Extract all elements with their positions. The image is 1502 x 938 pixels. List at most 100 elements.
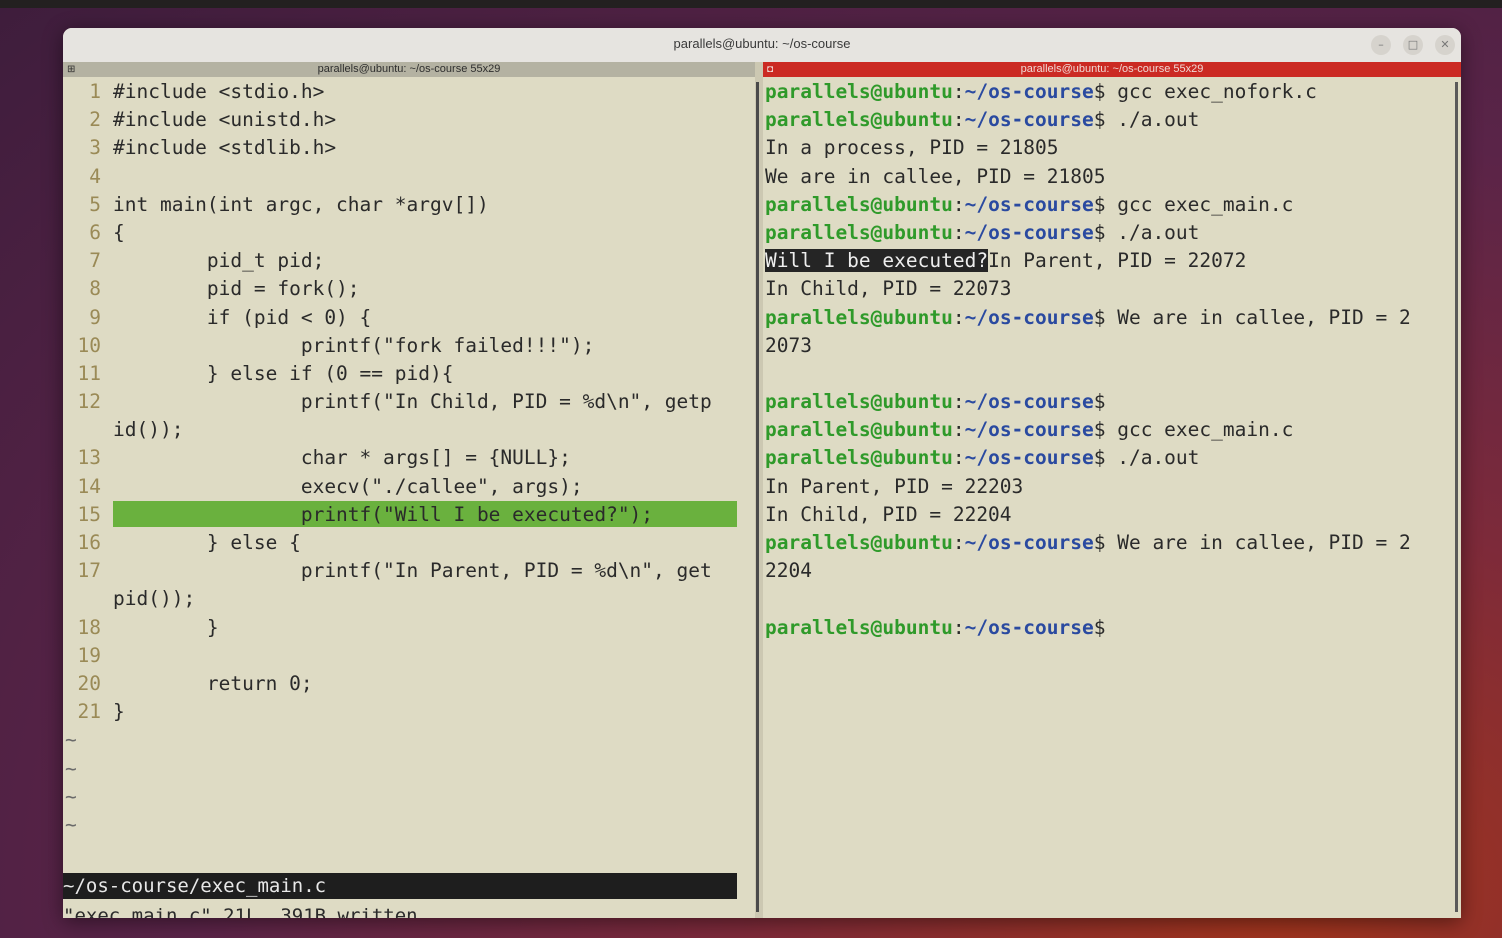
code-line[interactable]: 8 pid = fork();	[63, 275, 755, 303]
right-pane-header[interactable]: ◘ parallels@ubuntu: ~/os-course 55x29	[763, 62, 1461, 77]
left-scrollbar[interactable]	[756, 82, 759, 912]
code-text: char * args[] = {NULL};	[113, 446, 571, 470]
prompt-dollar: $	[1093, 220, 1106, 244]
maximize-button[interactable]: □	[1403, 35, 1423, 55]
code-line[interactable]: 20 return 0;	[63, 670, 755, 698]
prompt-user: parallels@ubuntu	[765, 418, 953, 442]
shell-prompt-line[interactable]: parallels@ubuntu:~/os-course$ ./a.out	[765, 219, 1455, 247]
shell-prompt-line[interactable]: parallels@ubuntu:~/os-course$ gcc exec_m…	[765, 416, 1455, 444]
code-line[interactable]: 1 #include <stdio.h>	[63, 78, 755, 106]
code-line[interactable]: 2 #include <unistd.h>	[63, 106, 755, 134]
code-line[interactable]: 9 if (pid < 0) {	[63, 304, 755, 332]
code-text: printf("In Parent, PID = %d\n", get	[113, 559, 712, 583]
shell-output-line[interactable]: In Child, PID = 22204	[765, 501, 1455, 529]
prompt-user: parallels@ubuntu	[765, 390, 953, 414]
left-pane-title: parallels@ubuntu: ~/os-course 55x29	[317, 63, 501, 75]
shell-prompt-line[interactable]: parallels@ubuntu:~/os-course$ We are in …	[765, 304, 1455, 332]
right-terminal-pane[interactable]: ◘ parallels@ubuntu: ~/os-course 55x29 pa…	[763, 62, 1461, 918]
shell-command: gcc exec_nofork.c	[1105, 80, 1317, 103]
code-text: #include <stdlib.h>	[113, 136, 337, 160]
shell-output[interactable]: parallels@ubuntu:~/os-course$ gcc exec_n…	[765, 78, 1455, 642]
line-number: 3	[89, 136, 101, 160]
shell-output-line[interactable]: 2204	[765, 557, 1455, 585]
code-text: printf("fork failed!!!");	[113, 333, 595, 357]
code-line[interactable]: 10 printf("fork failed!!!");	[63, 332, 755, 360]
code-line[interactable]: 4	[63, 163, 755, 191]
line-number: 1	[89, 80, 101, 103]
close-button[interactable]: ✕	[1435, 35, 1455, 55]
code-text: }	[113, 700, 125, 724]
prompt-dollar: $	[1093, 192, 1106, 216]
prompt-separator: :	[952, 220, 965, 244]
pane-active-icon[interactable]: ◘	[767, 62, 773, 77]
code-line[interactable]: pid());	[63, 585, 755, 613]
shell-prompt-line[interactable]: parallels@ubuntu:~/os-course$ gcc exec_m…	[765, 191, 1455, 219]
shell-command: gcc exec_main.c	[1105, 192, 1294, 216]
prompt-separator: :	[952, 615, 965, 639]
line-number: 8	[89, 277, 101, 301]
code-line[interactable]: 21}	[63, 698, 755, 726]
code-line[interactable]: 13 char * args[] = {NULL};	[63, 444, 755, 472]
prompt-dollar: $	[1093, 446, 1106, 470]
code-line[interactable]: 12 printf("In Child, PID = %d\n", getp	[63, 388, 755, 416]
shell-output-line[interactable]: Will I be executed?In Parent, PID = 2207…	[765, 247, 1455, 275]
code-line[interactable]: 18 }	[63, 614, 755, 642]
code-line[interactable]: 14 execv("./callee", args);	[63, 473, 755, 501]
code-text: id());	[113, 418, 184, 442]
code-line[interactable]: id());	[63, 416, 755, 444]
code-line[interactable]: 16 } else {	[63, 529, 755, 557]
selected-text[interactable]: Will I be executed?	[765, 249, 989, 273]
prompt-dollar: $	[1093, 615, 1106, 639]
shell-prompt-line[interactable]: parallels@ubuntu:~/os-course$	[765, 388, 1455, 416]
prompt-path: ~/os-course	[964, 305, 1094, 329]
terminal-window[interactable]: parallels@ubuntu: ~/os-course – □ ✕ ⊞ pa…	[63, 28, 1461, 918]
right-scrollbar[interactable]	[1455, 82, 1458, 912]
line-number: 16	[77, 531, 101, 554]
prompt-path: ~/os-course	[964, 108, 1094, 132]
empty-line-tilde: ~	[65, 812, 77, 836]
vim-editor-buffer[interactable]: 1 #include <stdio.h> 2 #include <unistd.h> 3…	[63, 78, 755, 839]
prompt-separator: :	[952, 80, 965, 103]
shell-prompt-line[interactable]: parallels@ubuntu:~/os-course$ gcc exec_n…	[765, 78, 1455, 106]
pane-grid-icon[interactable]: ⊞	[67, 62, 75, 77]
code-line[interactable]: 11 } else if (0 == pid){	[63, 360, 755, 388]
shell-prompt-line[interactable]: parallels@ubuntu:~/os-course$ ./a.out	[765, 444, 1455, 472]
code-line[interactable]: 17 printf("In Parent, PID = %d\n", get	[63, 557, 755, 585]
vim-command-line[interactable]: "exec_main.c" 21L, 391B written	[63, 902, 755, 918]
shell-output-line[interactable]: In Child, PID = 22073	[765, 275, 1455, 303]
code-text: printf("In Child, PID = %d\n", getp	[113, 390, 712, 414]
code-line[interactable]: 3 #include <stdlib.h>	[63, 134, 755, 162]
left-pane-header[interactable]: ⊞ parallels@ubuntu: ~/os-course 55x29	[63, 62, 755, 77]
shell-output-line[interactable]: In Parent, PID = 22203	[765, 473, 1455, 501]
left-terminal-pane[interactable]: ⊞ parallels@ubuntu: ~/os-course 55x29 1 #…	[63, 62, 755, 918]
minimize-button[interactable]: –	[1371, 35, 1391, 55]
pane-divider[interactable]	[755, 62, 763, 918]
shell-output-line[interactable]: We are in callee, PID = 21805	[765, 163, 1455, 191]
prompt-path: ~/os-course	[964, 418, 1094, 442]
prompt-separator: :	[952, 531, 965, 554]
shell-prompt-line[interactable]: parallels@ubuntu:~/os-course$ We are in …	[765, 529, 1455, 557]
shell-output-line[interactable]: 2073	[765, 332, 1455, 360]
line-number: 18	[77, 615, 101, 639]
prompt-separator: :	[952, 446, 965, 470]
shell-output-line[interactable]: In a process, PID = 21805	[765, 134, 1455, 162]
shell-prompt-line[interactable]: parallels@ubuntu:~/os-course$ ./a.out	[765, 106, 1455, 134]
line-number: 2	[89, 108, 101, 132]
shell-prompt-line[interactable]: parallels@ubuntu:~/os-course$	[765, 614, 1455, 642]
code-line[interactable]: 6{	[63, 219, 755, 247]
code-text: return 0;	[113, 671, 313, 695]
code-line[interactable]: 5 int main(int argc, char *argv[])	[63, 191, 755, 219]
shell-output-line[interactable]	[765, 360, 1455, 388]
shell-output-line[interactable]	[765, 585, 1455, 613]
code-line[interactable]: 7 pid_t pid;	[63, 247, 755, 275]
window-titlebar[interactable]: parallels@ubuntu: ~/os-course – □ ✕	[63, 28, 1461, 63]
code-line[interactable]: 19	[63, 642, 755, 670]
prompt-path: ~/os-course	[964, 192, 1094, 216]
code-line[interactable]: 15 printf("Will I be executed?");	[63, 500, 755, 529]
prompt-user: parallels@ubuntu	[765, 531, 953, 554]
prompt-dollar: $	[1093, 390, 1106, 414]
prompt-dollar: $	[1093, 80, 1106, 103]
prompt-user: parallels@ubuntu	[765, 192, 953, 216]
right-pane-title: parallels@ubuntu: ~/os-course 55x29	[1020, 63, 1204, 75]
empty-line-tilde: ~	[65, 784, 77, 808]
